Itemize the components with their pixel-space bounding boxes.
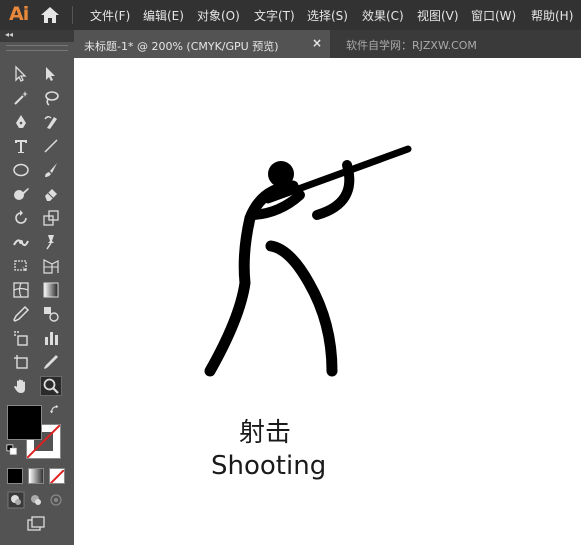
perspective-grid-tool-icon[interactable] [40, 256, 62, 276]
gradient-mode-button[interactable] [28, 468, 44, 484]
puppet-warp-tool-icon[interactable] [40, 232, 62, 252]
rotate-tool-icon[interactable] [10, 208, 32, 228]
shooting-pictogram[interactable] [202, 143, 417, 383]
menu-select[interactable]: 选择(S) [307, 7, 348, 24]
mesh-tool-icon[interactable] [10, 280, 32, 300]
none-mode-button[interactable] [49, 468, 65, 484]
document-tab[interactable]: 未标题-1* @ 200% (CMYK/GPU 预览) × [74, 30, 330, 58]
color-mode-button[interactable] [7, 468, 23, 484]
close-icon[interactable]: × [312, 36, 322, 50]
ellipse-tool-icon[interactable] [10, 160, 32, 180]
artboard-canvas[interactable]: 射击 Shooting [74, 58, 581, 545]
watermark-text: 软件自学网：RJZXW.COM [346, 39, 477, 52]
app-logo: Ai [9, 3, 29, 25]
menu-help[interactable]: 帮助(H) [531, 7, 573, 24]
eraser-tool-icon[interactable] [40, 184, 62, 204]
collapse-icon[interactable]: ◂◂ [5, 30, 13, 39]
menu-type[interactable]: 文字(T) [254, 7, 295, 24]
hand-tool-icon[interactable] [10, 376, 32, 396]
selection-tool-icon[interactable] [10, 64, 32, 84]
menu-window[interactable]: 窗口(W) [471, 7, 516, 24]
default-colors-icon[interactable] [5, 443, 19, 457]
menu-edit[interactable]: 编辑(E) [143, 7, 184, 24]
tools-panel-header: ◂◂ [0, 30, 74, 42]
menu-effect[interactable]: 效果(C) [362, 7, 404, 24]
artboard-tool-icon[interactable] [10, 352, 32, 372]
draw-inside-icon[interactable] [45, 490, 67, 510]
lasso-tool-icon[interactable] [40, 88, 62, 108]
pictogram-label-chinese[interactable]: 射击 [239, 412, 291, 449]
menu-file[interactable]: 文件(F) [90, 7, 130, 24]
symbol-sprayer-tool-icon[interactable] [10, 328, 32, 348]
direct-selection-tool-icon[interactable] [40, 64, 62, 84]
pictogram-label-english[interactable]: Shooting [211, 451, 326, 481]
menu-bar: Ai 文件(F) 编辑(E) 对象(O) 文字(T) 选择(S) 效果(C) 视… [0, 0, 581, 30]
line-segment-tool-icon[interactable] [40, 136, 62, 156]
curvature-tool-icon[interactable] [40, 112, 62, 132]
pen-tool-icon[interactable] [10, 112, 32, 132]
blend-tool-icon[interactable] [40, 304, 62, 324]
slice-tool-icon[interactable] [40, 352, 62, 372]
gradient-tool-icon[interactable] [40, 280, 62, 300]
swap-colors-icon[interactable] [48, 403, 62, 417]
free-transform-tool-icon[interactable] [10, 256, 32, 276]
shaper-tool-icon[interactable] [10, 184, 32, 204]
screen-mode-icon[interactable] [25, 514, 47, 534]
menu-object[interactable]: 对象(O) [197, 7, 240, 24]
column-graph-tool-icon[interactable] [40, 328, 62, 348]
eyedropper-tool-icon[interactable] [10, 304, 32, 324]
draw-behind-icon[interactable] [25, 490, 47, 510]
menu-view[interactable]: 视图(V) [417, 7, 459, 24]
zoom-tool-icon[interactable] [40, 376, 62, 396]
fill-color-swatch[interactable] [7, 405, 42, 440]
paintbrush-tool-icon[interactable] [40, 160, 62, 180]
magic-wand-tool-icon[interactable] [10, 88, 32, 108]
draw-normal-icon[interactable] [5, 490, 27, 510]
document-tab-title: 未标题-1* @ 200% (CMYK/GPU 预览) [84, 40, 279, 53]
menu-separator [72, 6, 73, 24]
panel-grip[interactable] [6, 45, 68, 51]
home-icon[interactable] [40, 6, 60, 24]
scale-tool-icon[interactable] [40, 208, 62, 228]
width-tool-icon[interactable] [10, 232, 32, 252]
type-tool-icon[interactable] [10, 136, 32, 156]
